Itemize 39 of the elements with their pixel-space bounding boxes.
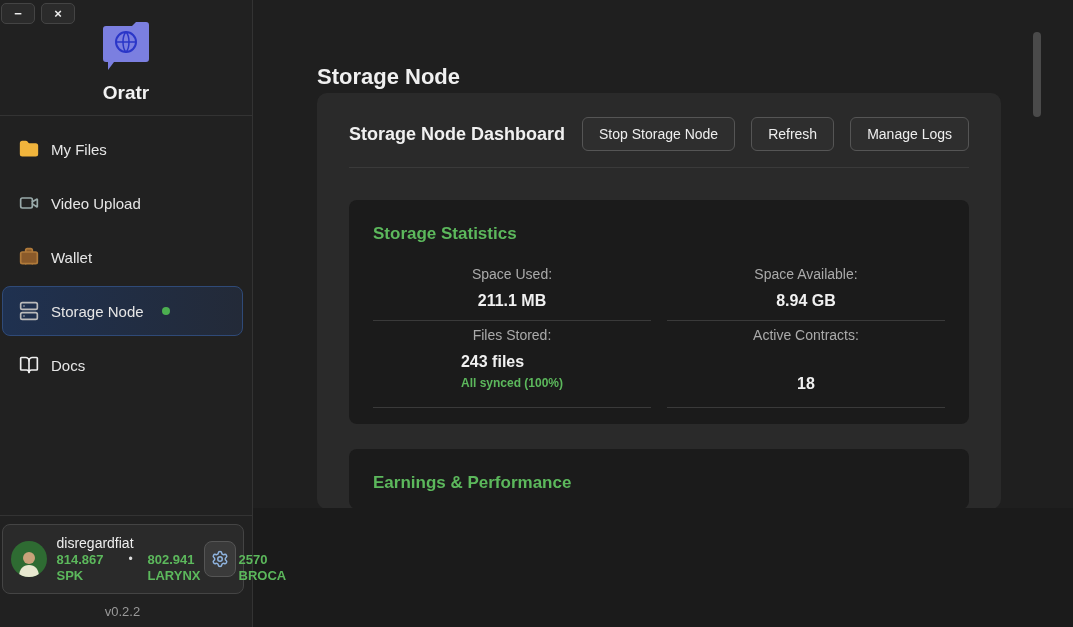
app-name: Oratr	[102, 82, 150, 104]
stat-value: 18	[797, 375, 815, 393]
sync-status: All synced (100%)	[460, 376, 563, 390]
minimize-button[interactable]: −	[1, 3, 35, 24]
separator-dot: •	[128, 551, 134, 566]
action-button[interactable]: Manage Logs	[850, 117, 969, 151]
logo-icon	[100, 20, 152, 72]
card-title: Earnings & Performance	[373, 473, 573, 493]
close-button[interactable]: ×	[41, 3, 75, 24]
page-title: Storage Node	[317, 64, 462, 90]
stat-label: Files Stored:	[472, 327, 552, 343]
nav-item[interactable]: Wallet	[2, 232, 243, 282]
avatar	[10, 541, 47, 577]
stat-label: Active Contracts:	[753, 327, 859, 343]
nav-item[interactable]: Storage Node	[2, 286, 243, 336]
book-icon	[19, 355, 39, 375]
folder-icon	[19, 139, 39, 159]
settings-button[interactable]	[203, 541, 236, 577]
token-balance: 814.867 SPK	[56, 551, 105, 584]
stat-label: Space Used:	[471, 266, 553, 282]
nav-item[interactable]: My Files	[2, 124, 243, 174]
panel-title: Storage Node Dashboard	[349, 123, 567, 145]
token-balance: 802.941 LARYNX	[147, 551, 202, 584]
action-button[interactable]: Refresh	[751, 117, 835, 151]
stat-label: Space Available:	[754, 266, 858, 282]
stat-value: 8.94 GB	[776, 292, 836, 310]
token-balance: 2570 BROCA	[238, 551, 288, 584]
briefcase-icon	[19, 247, 39, 267]
scrollbar-thumb[interactable]	[1033, 32, 1041, 117]
version-label: v0.2.2	[104, 604, 141, 619]
stat-value: 211.1 MB	[477, 292, 547, 310]
gear-icon	[210, 550, 229, 568]
action-button[interactable]: Stop Storage Node	[582, 117, 736, 151]
nav-item[interactable]: Docs	[2, 340, 243, 390]
card-title: Storage Statistics	[373, 224, 518, 244]
stat-value: 243 files	[460, 353, 525, 371]
cabinet-icon	[19, 301, 39, 321]
nav-item[interactable]: Video Upload	[2, 178, 243, 228]
username: disregardfiat	[56, 534, 135, 551]
